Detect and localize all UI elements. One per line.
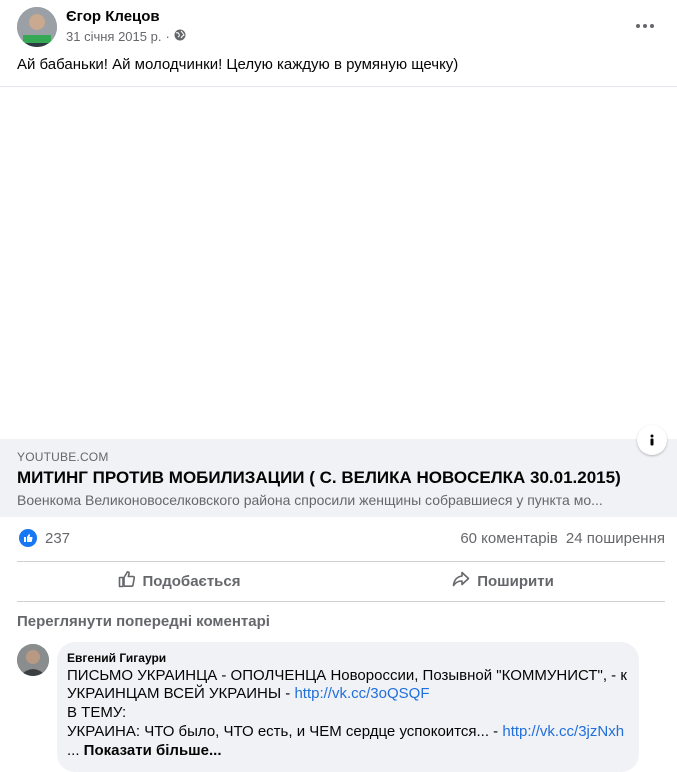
comment-author[interactable]: Евгений Гигаури bbox=[67, 651, 166, 665]
view-previous-comments[interactable]: Переглянути попередні коментарі bbox=[17, 613, 270, 630]
comment-bubble: Евгений Гигаури ПИСЬМО УКРАИНЦА - ОПОЛЧЕ… bbox=[57, 642, 639, 772]
share-button[interactable]: Поширити bbox=[341, 562, 665, 600]
post-header: Єгор Клецов 31 січня 2015 р. · bbox=[0, 0, 677, 56]
meta-separator: · bbox=[165, 29, 170, 44]
more-dots-icon[interactable] bbox=[633, 14, 657, 38]
link-source: YOUTUBE.COM bbox=[17, 450, 109, 464]
commenter-photo bbox=[17, 644, 49, 676]
like-count[interactable]: 237 bbox=[45, 530, 70, 547]
post-text: Ай бабаньки! Ай молодчинки! Целую каждую… bbox=[17, 56, 459, 73]
like-button[interactable]: Подобається bbox=[17, 562, 341, 600]
stats-right: 60 коментарів 24 поширення bbox=[460, 530, 665, 547]
link-preview-card[interactable]: YOUTUBE.COM МИТИНГ ПРОТИВ МОБИЛИЗАЦИИ ( … bbox=[0, 425, 677, 517]
post-stats: 237 60 коментарів 24 поширення bbox=[0, 527, 677, 551]
link-title[interactable]: МИТИНГ ПРОТИВ МОБИЛИЗАЦИИ ( С. ВЕЛИКА НО… bbox=[17, 468, 621, 488]
comment-link-2[interactable]: http://vk.cc/3jzNxh bbox=[502, 723, 624, 740]
globe-icon bbox=[174, 29, 186, 44]
comment-line-2: УКРАИНЦАМ ВСЕЙ УКРАИНЫ - http://vk.cc/3o… bbox=[67, 685, 430, 702]
comment-line-1: ПИСЬМО УКРАИНЦА - ОПОЛЧЕНЦА Новороссии, … bbox=[67, 667, 627, 684]
comments-count[interactable]: 60 коментарів bbox=[460, 530, 558, 547]
comment-line-5: ... Показати більше... bbox=[67, 742, 222, 759]
share-label: Поширити bbox=[477, 572, 554, 590]
divider-bottom bbox=[17, 601, 665, 602]
video-embed[interactable] bbox=[0, 86, 677, 440]
post-date[interactable]: 31 січня 2015 р. bbox=[66, 29, 161, 44]
like-reaction-icon[interactable] bbox=[19, 529, 37, 547]
like-label: Подобається bbox=[142, 572, 241, 590]
link-description: Военкома Великоновоселковского района сп… bbox=[17, 492, 603, 508]
post-actions: Подобається Поширити bbox=[17, 562, 665, 600]
comment-line-2-text: УКРАИНЦАМ ВСЕЙ УКРАИНЫ - bbox=[67, 685, 295, 702]
shares-count[interactable]: 24 поширення bbox=[566, 530, 665, 547]
comment-ellipsis: ... bbox=[67, 742, 84, 759]
info-icon[interactable] bbox=[637, 425, 667, 455]
author-avatar[interactable] bbox=[17, 7, 57, 47]
author-photo bbox=[17, 7, 57, 47]
comment-avatar[interactable] bbox=[17, 644, 49, 676]
share-arrow-icon bbox=[452, 570, 470, 592]
comment-link-1[interactable]: http://vk.cc/3oQSQF bbox=[294, 685, 429, 702]
comment-line-4: УКРАИНА: ЧТО было, ЧТО есть, и ЧЕМ сердц… bbox=[67, 723, 624, 740]
comment-line-3: В ТЕМУ: bbox=[67, 704, 127, 721]
post-author[interactable]: Єгор Клецов bbox=[66, 8, 160, 25]
comment-line-4-text: УКРАИНА: ЧТО было, ЧТО есть, и ЧЕМ сердц… bbox=[67, 723, 503, 740]
like-thumb-icon bbox=[118, 570, 136, 592]
see-more-link[interactable]: Показати більше... bbox=[84, 742, 222, 759]
post-meta: 31 січня 2015 р. · bbox=[66, 29, 186, 44]
